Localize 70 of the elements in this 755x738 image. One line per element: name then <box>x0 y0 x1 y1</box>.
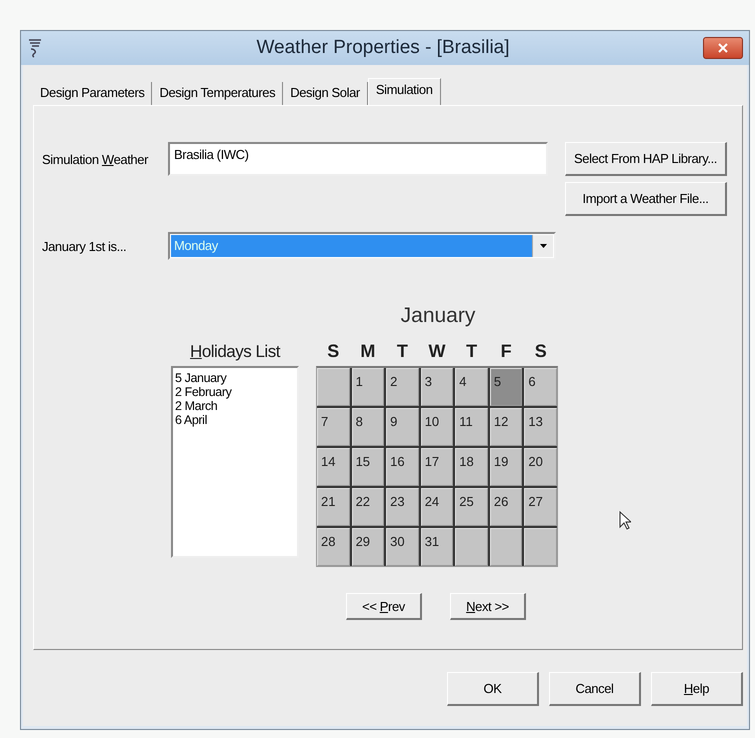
day-cell[interactable]: 3 <box>420 368 454 406</box>
day-cell[interactable]: 30 <box>386 528 419 566</box>
day-cell[interactable]: 8 <box>352 408 384 446</box>
day-cell[interactable]: 18 <box>455 448 488 486</box>
list-item[interactable]: 5 January <box>175 371 295 385</box>
list-label: Holidays List <box>190 342 280 362</box>
day-cell[interactable]: 7 <box>317 408 350 446</box>
month-title: January <box>400 304 476 329</box>
field-label: January 1st is... <box>41 238 128 254</box>
day-cell[interactable]: 22 <box>352 488 384 526</box>
library-button[interactable]: Select From HAP Library... <box>565 142 727 176</box>
field-label: Simulation Weather <box>41 152 150 167</box>
day-cell[interactable]: 12 <box>490 408 522 446</box>
window-title: Weather Properties - [Brasilia] <box>255 37 511 59</box>
weekday-label: T <box>396 341 409 362</box>
empty-cell <box>490 528 522 566</box>
day-cell[interactable]: 1 <box>352 368 384 406</box>
library-button[interactable]: Import a Weather File... <box>565 182 727 216</box>
day-cell[interactable]: 17 <box>420 448 454 486</box>
day-cell[interactable]: 27 <box>524 488 557 526</box>
selected-option: Monday <box>171 235 532 257</box>
list-item[interactable]: 2 March <box>175 399 295 413</box>
close-button[interactable] <box>703 37 743 59</box>
caret-icon <box>540 244 546 248</box>
day-cell[interactable]: 15 <box>352 448 384 486</box>
holidays-list[interactable]: 5 January 2 February 2 March 6 April <box>171 366 299 558</box>
day-cell[interactable]: 10 <box>420 408 454 446</box>
nav-button[interactable]: << Prev <box>346 593 422 620</box>
day-cell[interactable]: 28 <box>317 528 350 566</box>
day-cell[interactable]: 5 <box>490 368 522 406</box>
day-cell[interactable]: 29 <box>352 528 384 566</box>
day-cell[interactable]: 21 <box>317 488 350 526</box>
empty-cell <box>317 368 350 406</box>
day-cell[interactable]: 2 <box>386 368 419 406</box>
day-cell[interactable]: 23 <box>386 488 419 526</box>
weekday-label: W <box>427 341 446 362</box>
dropdown-button[interactable] <box>532 235 553 257</box>
app-icon <box>27 38 43 58</box>
input-field[interactable]: Brasilia (IWC) <box>168 142 548 176</box>
day-cell[interactable]: 11 <box>455 408 488 446</box>
day-cell[interactable]: 19 <box>490 448 522 486</box>
weekday-label: T <box>465 341 478 362</box>
dialog-button[interactable]: Cancel <box>549 672 641 706</box>
day-cell[interactable]: 9 <box>386 408 419 446</box>
day-cell[interactable]: 4 <box>455 368 488 406</box>
list-item[interactable]: 2 February <box>175 385 295 399</box>
day-cell[interactable]: 16 <box>386 448 419 486</box>
day-cell[interactable]: 26 <box>490 488 522 526</box>
empty-cell <box>524 528 557 566</box>
weekday-label: F <box>500 341 513 362</box>
tab[interactable]: Design Temperatures <box>152 82 284 105</box>
nav-button[interactable]: Next >> <box>450 593 526 620</box>
weekday-label: S <box>326 341 340 362</box>
day-cell[interactable]: 6 <box>524 368 557 406</box>
day-cell[interactable]: 24 <box>420 488 454 526</box>
list-item[interactable]: 6 April <box>175 413 295 427</box>
dialog-button[interactable]: OK <box>447 672 539 706</box>
day-cell[interactable]: 14 <box>317 448 350 486</box>
dialog-button[interactable]: Help <box>651 672 743 706</box>
day-cell[interactable]: 20 <box>524 448 557 486</box>
empty-cell <box>455 528 488 566</box>
day-cell[interactable]: 31 <box>420 528 454 566</box>
day-cell[interactable]: 25 <box>455 488 488 526</box>
tab[interactable]: Simulation <box>368 78 441 105</box>
tab[interactable]: Design Parameters <box>33 82 152 105</box>
weekday-label: M <box>359 341 376 362</box>
weekday-label: S <box>534 341 548 362</box>
close-icon <box>718 43 728 53</box>
day-cell[interactable]: 13 <box>524 408 557 446</box>
cursor-icon <box>619 511 631 530</box>
